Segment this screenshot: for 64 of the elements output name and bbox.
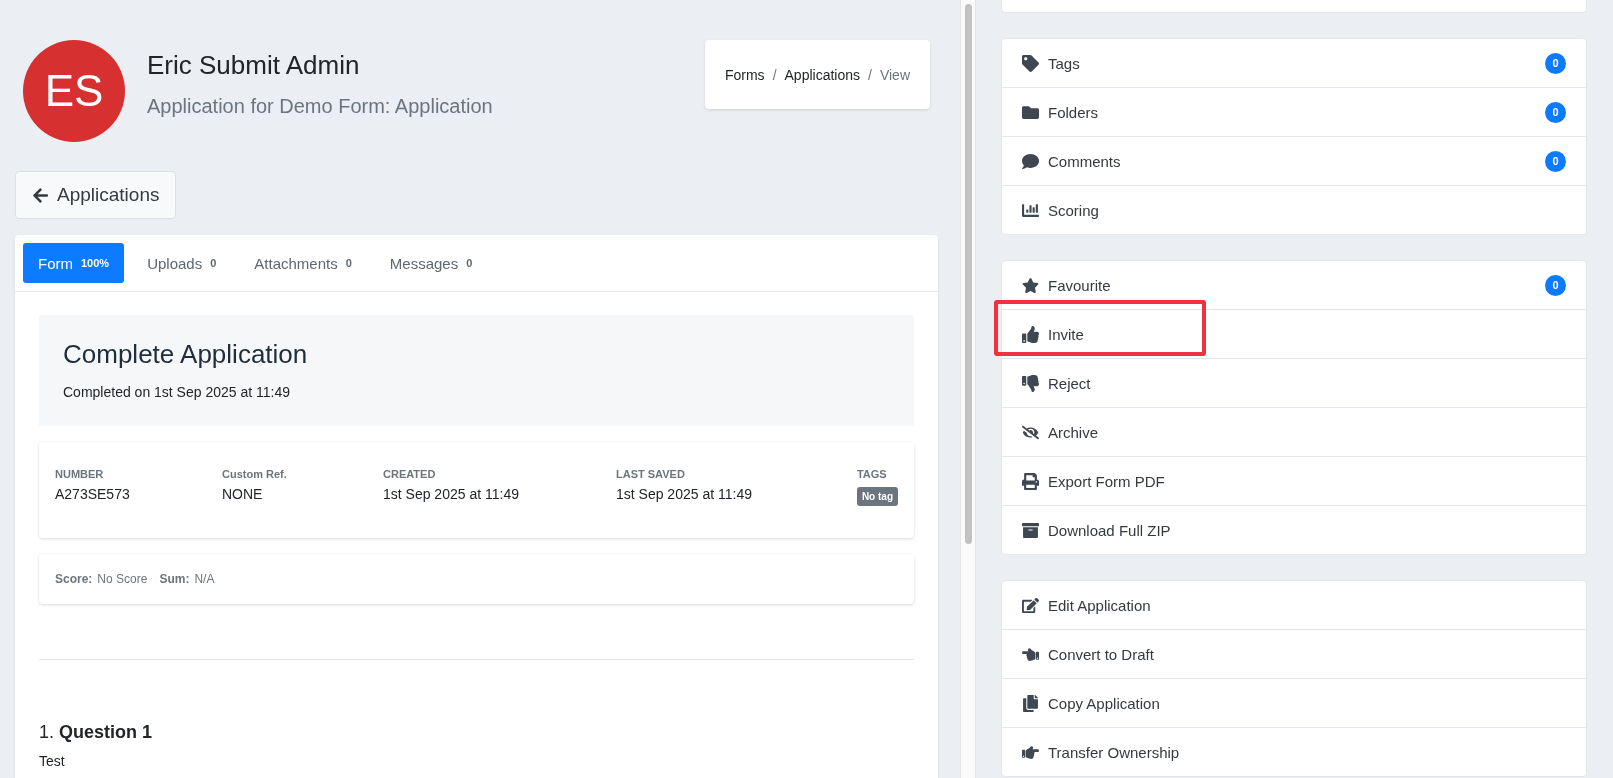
score-value: No Score [97,572,148,586]
score-value: N/A [194,572,215,586]
detail-label: CREATED [383,468,437,480]
detail-value: 1st Sep 2025 at 11:49 [616,486,753,502]
detail-label: TAGS [856,468,888,480]
tab[interactable]: Messages 0 [374,243,488,283]
action-item[interactable]: Export Form PDF [1002,456,1586,505]
action-item[interactable]: Edit Application [1002,581,1586,629]
status-title: Complete Application [63,339,309,370]
action-item[interactable]: Comments 0 [1002,136,1586,185]
tab[interactable]: Uploads 0 [132,243,232,283]
tab[interactable]: Attachments 0 [239,243,367,283]
user-name: Eric Submit Admin [147,50,361,81]
back-button[interactable]: Applications [15,171,177,219]
count-badge: 0 [1545,101,1566,123]
avatar: ES [23,40,125,142]
eye-slash-icon [1022,423,1039,441]
breadcrumb-separator: / [868,66,872,83]
breadcrumb-link[interactable]: Applications [784,66,860,83]
thumbs-up-icon [1022,325,1039,343]
action-item[interactable]: Convert to Draft [1002,629,1586,678]
tag-icon [1022,54,1039,72]
action-item[interactable]: Archive [1002,407,1586,456]
breadcrumb-link[interactable]: Forms [724,66,765,83]
scrollbar-thumb[interactable] [964,4,972,544]
count-badge: 0 [1545,274,1566,296]
folder-icon [1022,103,1039,121]
bar-chart-icon [1022,201,1039,219]
detail-value: NONE [222,486,264,502]
status-subtitle: Completed on 1st Sep 2025 at 11:49 [63,384,291,400]
detail-label: NUMBER [55,468,105,480]
count-badge: 0 [1545,150,1566,172]
action-item[interactable]: Tags 0 [1002,39,1586,87]
arrow-left-icon [32,186,49,204]
action-item[interactable]: Invite [1002,309,1586,358]
breadcrumb-separator: / [772,66,777,83]
tab[interactable]: Form 100% [23,243,125,283]
action-item[interactable]: Scoring [1002,185,1586,234]
count-badge: 0 [1545,52,1566,74]
printer-icon [1022,472,1039,490]
archive-box-icon [1022,521,1039,539]
comment-icon [1022,152,1039,170]
thumbs-down-icon [1022,374,1039,392]
star-icon [1022,276,1039,294]
action-item[interactable]: Folders 0 [1002,87,1586,136]
action-item[interactable]: Favourite 0 [1002,261,1586,309]
score-label: Score: [55,572,93,586]
action-item[interactable]: Download Full ZIP [1002,505,1586,554]
detail-label: LAST SAVED [616,468,686,480]
detail-value: A273SE573 [55,486,131,502]
detail-label: Custom Ref. [222,468,288,480]
page-subtitle: Application for Demo Form: Application [147,95,494,118]
detail-value: 1st Sep 2025 at 11:49 [383,486,520,502]
question-answer: Test [39,753,66,769]
copy-icon [1022,694,1039,712]
action-item[interactable]: Copy Application [1002,678,1586,727]
action-item[interactable]: Transfer Ownership [1002,727,1586,776]
edit-icon [1022,596,1039,614]
question-title: 1. Question 1 [39,722,154,743]
action-item[interactable]: Reject [1002,358,1586,407]
pointing-hand-icon [1022,645,1039,663]
tag-badge: No tag [856,487,898,506]
pointing-hand-icon [1022,743,1039,761]
score-label: Sum: [159,572,190,586]
